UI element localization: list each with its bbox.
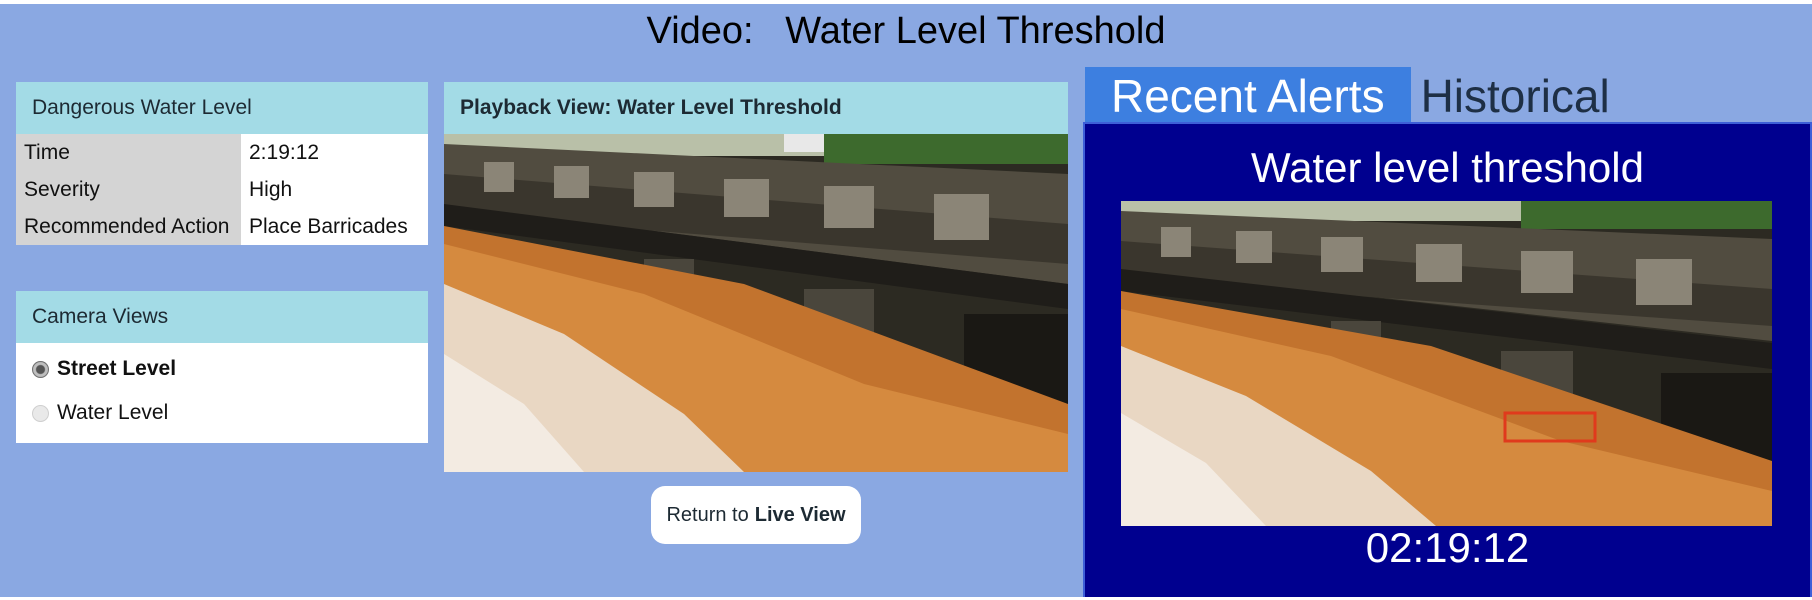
- radio-unselected-icon[interactable]: [32, 404, 49, 422]
- alert-snapshot[interactable]: [1121, 201, 1772, 526]
- detail-value: 2:19:12: [241, 134, 428, 171]
- alert-title: Water level threshold: [1251, 144, 1644, 191]
- recent-alert-card: Water level threshold 02:19:12: [1083, 122, 1812, 597]
- camera-option-street-level[interactable]: Street Level: [16, 347, 428, 391]
- camera-option-label: Street Level: [57, 357, 177, 380]
- page-title: Video: Water Level Threshold: [646, 10, 1166, 52]
- tab-historical[interactable]: Historical: [1411, 67, 1636, 125]
- app-background: Video: Water Level Threshold Dangerous W…: [0, 4, 1812, 597]
- alert-details-panel: Dangerous Water Level Time 2:19:12 Sever…: [16, 82, 428, 245]
- detail-key: Severity: [16, 171, 241, 208]
- return-button-bold: Live View: [754, 503, 846, 526]
- detail-value: High: [241, 171, 428, 208]
- alerts-tabs: Recent Alerts Historical: [1085, 67, 1636, 125]
- bridge-river-snapshot: [1121, 201, 1772, 526]
- tab-recent-alerts[interactable]: Recent Alerts: [1085, 67, 1411, 125]
- detail-row-action: Recommended Action Place Barricades: [16, 208, 428, 245]
- camera-views-panel: Camera Views Street Level Water Level: [16, 291, 428, 443]
- bridge-river-frame: [444, 134, 1068, 472]
- detail-row-severity: Severity High: [16, 171, 428, 208]
- camera-option-label: Water Level: [57, 401, 169, 424]
- return-button-prefix: Return to: [666, 503, 749, 526]
- alert-details-heading: Dangerous Water Level: [16, 82, 428, 134]
- detail-key: Recommended Action: [16, 208, 241, 245]
- radio-selected-icon[interactable]: [32, 360, 49, 378]
- playback-panel: Playback View: Water Level Threshold: [444, 82, 1068, 134]
- detail-row-time: Time 2:19:12: [16, 134, 428, 171]
- alert-timestamp: 02:19:12: [1365, 524, 1530, 571]
- playback-heading: Playback View: Water Level Threshold: [444, 82, 1068, 134]
- return-to-live-view-button[interactable]: Return to Live View: [651, 486, 861, 544]
- detail-key: Time: [16, 134, 241, 171]
- camera-option-water-level[interactable]: Water Level: [16, 391, 428, 435]
- camera-views-heading: Camera Views: [16, 291, 428, 343]
- detail-value: Place Barricades: [241, 208, 428, 245]
- playback-video[interactable]: [444, 134, 1068, 472]
